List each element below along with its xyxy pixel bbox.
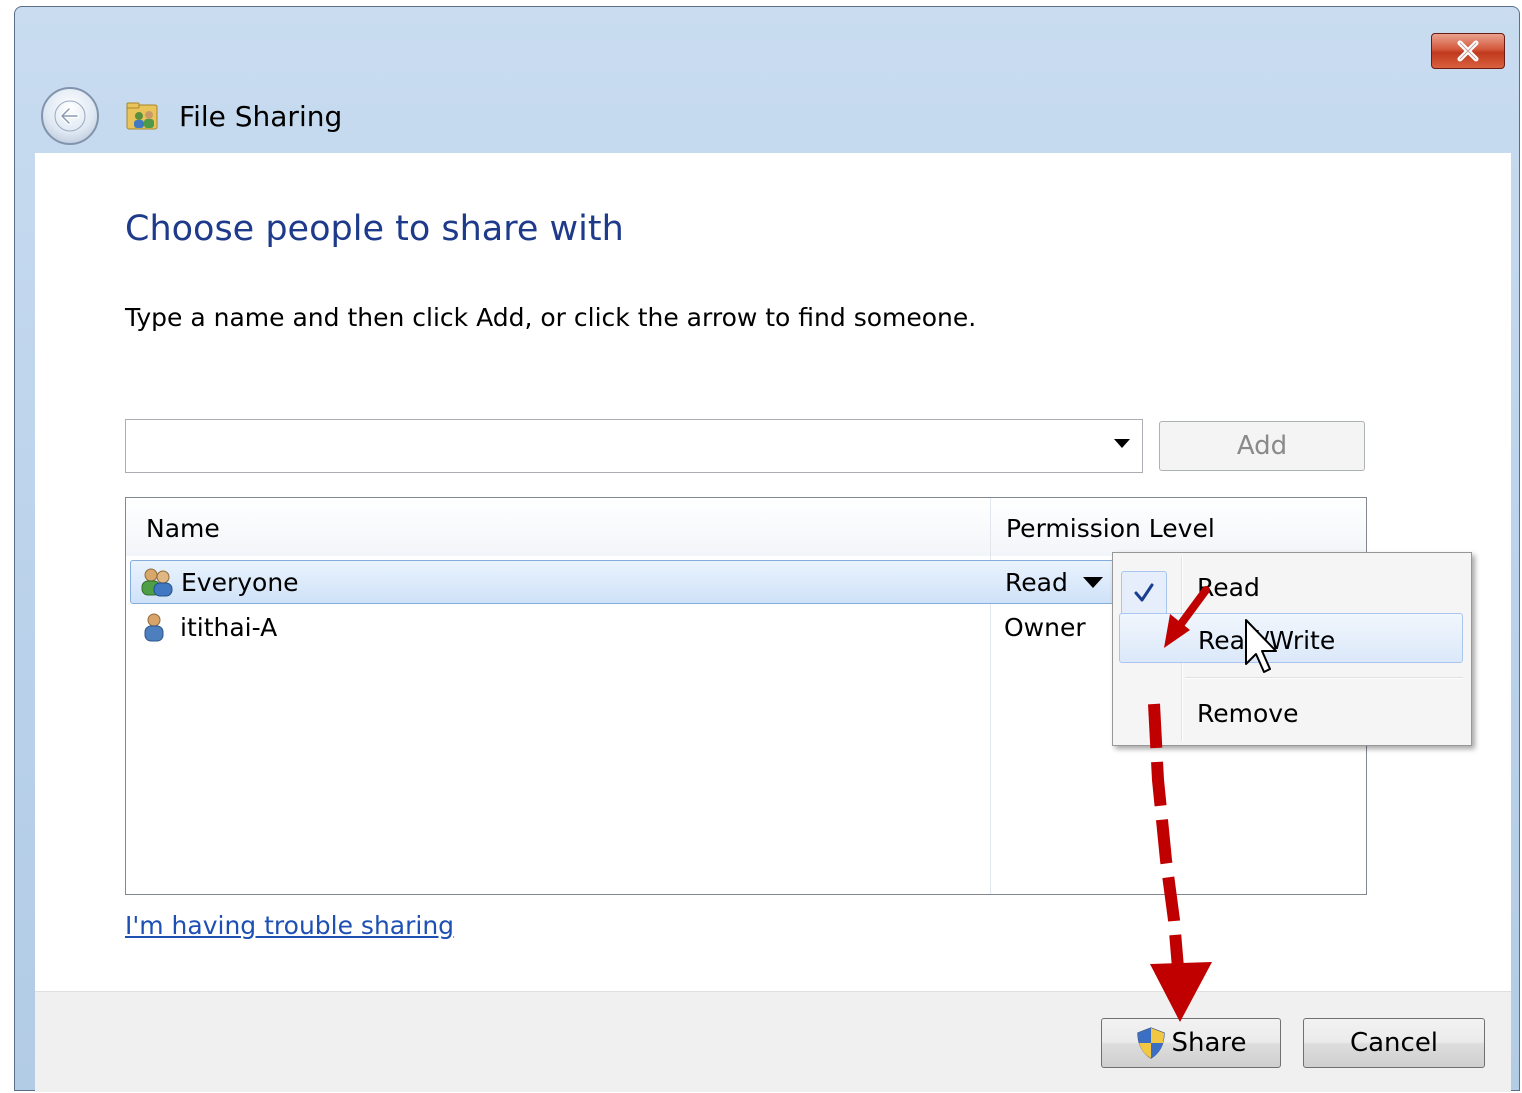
menu-item-read-write-label: Read/Write xyxy=(1198,626,1336,655)
row-name-everyone: Everyone xyxy=(181,568,299,597)
share-button-label: Share xyxy=(1171,1028,1247,1058)
checkmark-icon xyxy=(1121,571,1167,615)
user-icon xyxy=(144,613,164,642)
file-sharing-window: File Sharing Choose people to share with… xyxy=(14,6,1520,1092)
name-input[interactable] xyxy=(126,420,1086,472)
uac-shield-icon xyxy=(1137,1027,1166,1059)
share-button[interactable]: Share xyxy=(1101,1018,1281,1068)
row-permission-everyone[interactable]: Read xyxy=(1005,568,1068,597)
column-header-permission[interactable]: Permission Level xyxy=(1006,514,1215,543)
dialog-footer: Share Cancel xyxy=(35,991,1511,1092)
instruction-text: Type a name and then click Add, or click… xyxy=(125,303,977,332)
page-heading: Choose people to share with xyxy=(125,209,624,249)
row-permission-itithai-a: Owner xyxy=(1004,613,1086,642)
list-header: Name Permission Level xyxy=(126,498,1366,556)
menu-item-read-label: Read xyxy=(1197,573,1260,602)
name-combobox[interactable] xyxy=(125,419,1143,473)
menu-item-read-write[interactable]: Read/Write xyxy=(1119,613,1463,663)
permission-context-menu: Read Read/Write Remove xyxy=(1112,552,1472,746)
menu-item-remove-label: Remove xyxy=(1197,699,1299,728)
chevron-down-icon[interactable] xyxy=(1114,439,1130,448)
add-button[interactable]: Add xyxy=(1159,421,1365,471)
row-name-itithai-a: itithai-A xyxy=(180,613,278,642)
group-icon xyxy=(141,568,173,597)
trouble-sharing-link[interactable]: I'm having trouble sharing xyxy=(125,911,454,940)
window-title: File Sharing xyxy=(179,100,343,133)
back-button[interactable] xyxy=(41,87,99,145)
close-button[interactable] xyxy=(1431,33,1505,69)
menu-item-read[interactable]: Read xyxy=(1113,561,1469,615)
close-icon xyxy=(1457,40,1479,62)
column-divider xyxy=(990,498,991,894)
file-sharing-icon xyxy=(126,102,158,130)
menu-separator xyxy=(1185,677,1463,679)
back-arrow-icon xyxy=(54,100,86,132)
column-header-name[interactable]: Name xyxy=(146,514,220,543)
permission-dropdown-arrow-icon[interactable] xyxy=(1083,577,1103,588)
cancel-button[interactable]: Cancel xyxy=(1303,1018,1485,1068)
menu-item-remove[interactable]: Remove xyxy=(1113,687,1469,737)
